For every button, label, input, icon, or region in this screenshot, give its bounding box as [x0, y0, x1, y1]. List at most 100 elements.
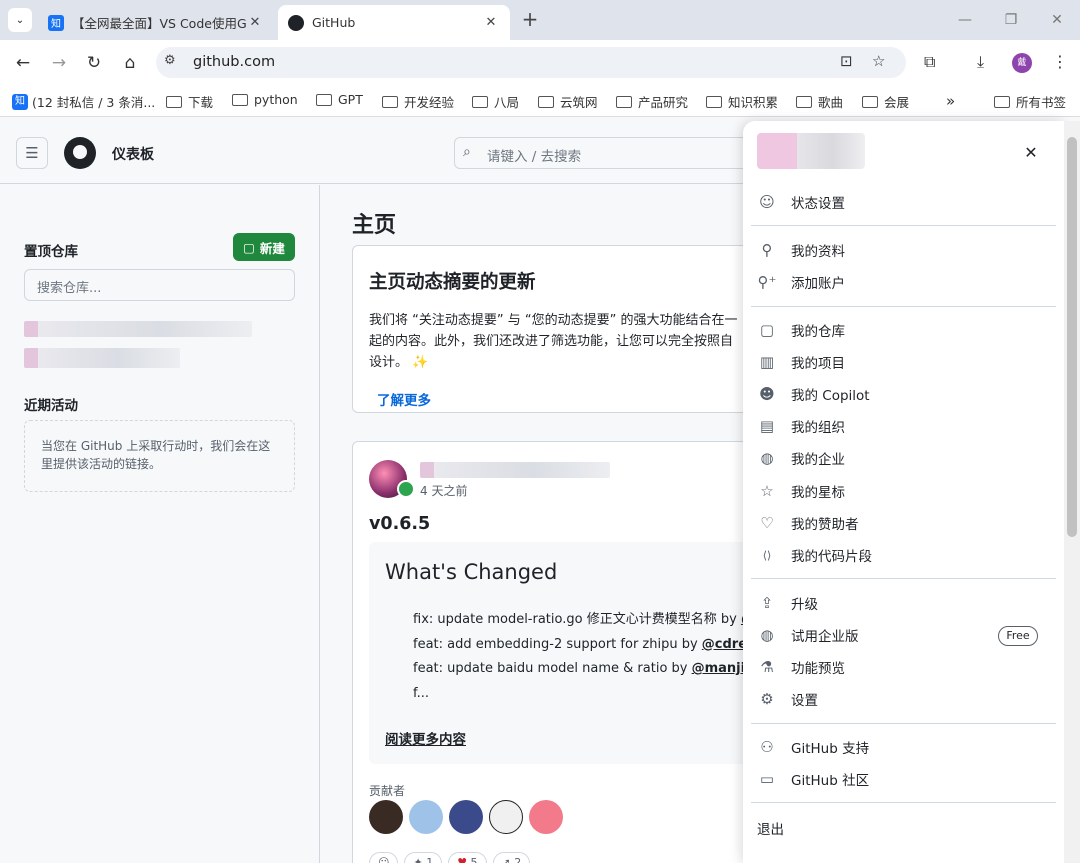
bookmark-folder[interactable]: 下载 — [166, 92, 213, 111]
search-input[interactable]: ⌕ 请键入 / 去搜索 — [454, 137, 754, 169]
page-title[interactable]: 仪表板 — [112, 144, 154, 164]
bookmark-folder[interactable]: python — [232, 92, 298, 107]
menu-item-settings[interactable]: ⚙ 设置 — [751, 684, 1056, 714]
release-notes: What's Changed fix: update model-ratio.g… — [369, 542, 773, 764]
more-bookmarks-icon[interactable]: » — [946, 92, 955, 110]
extensions-icon[interactable]: ⧉ — [924, 52, 935, 72]
left-sidebar: 置顶仓库 ▢ 新建 搜索仓库... 近期活动 当您在 GitHub 上采取行动时… — [0, 185, 320, 863]
repo-item-redacted[interactable] — [24, 348, 180, 368]
download-icon[interactable]: ⤓ — [977, 52, 984, 72]
bookmark-zhihu-messages[interactable]: 知 (12 封私信 / 3 条消... — [12, 92, 155, 111]
list-item: feat: update baidu model name & ratio by… — [413, 657, 773, 682]
menu-item-github-support[interactable]: ⚇ GitHub 支持 — [751, 732, 1056, 762]
install-app-icon[interactable]: ⊡ — [840, 52, 853, 70]
github-logo-icon[interactable] — [64, 137, 96, 169]
repo-icon: ▢ — [759, 321, 775, 339]
bookmark-folder[interactable]: 产品研究 — [616, 92, 688, 111]
menu-item-repositories[interactable]: ▢ 我的仓库 — [751, 315, 1056, 345]
list-item: fix: update model-ratio.go 修正文心计费模型名称 by… — [413, 608, 773, 633]
new-tab-icon[interactable]: + — [518, 8, 542, 32]
divider — [751, 225, 1056, 226]
menu-item-github-community[interactable]: ▭ GitHub 社区 — [751, 764, 1056, 794]
divider — [751, 306, 1056, 307]
bookmark-star-icon[interactable]: ☆ — [872, 52, 885, 70]
bookmark-folder[interactable]: 歌曲 — [796, 92, 843, 111]
divider — [751, 802, 1056, 803]
minimize-icon[interactable]: — — [950, 8, 980, 32]
menu-item-sponsors[interactable]: ♡ 我的赞助者 — [751, 508, 1056, 538]
menu-item-upgrade[interactable]: ⇪ 升级 — [751, 588, 1056, 618]
search-placeholder: 请键入 / 去搜索 — [487, 149, 582, 165]
bookmark-folder[interactable]: 知识积累 — [706, 92, 778, 111]
bookmark-folder[interactable]: 开发经验 — [382, 92, 454, 111]
forward-icon[interactable]: → — [46, 50, 72, 76]
tab-search-dropdown-icon[interactable]: ⌄ — [8, 8, 32, 32]
contributors-label: 贡献者 — [369, 784, 406, 798]
bookmark-folder[interactable]: 八局 — [472, 92, 519, 111]
home-icon[interactable]: ⌂ — [117, 50, 143, 76]
menu-item-gists[interactable]: ⟨⟩ 我的代码片段 — [751, 540, 1056, 570]
menu-item-add-account[interactable]: ⚲⁺ 添加账户 — [751, 267, 1056, 297]
reaction-rocket[interactable]: ➚ 2 — [492, 852, 531, 863]
repo-search-input[interactable]: 搜索仓库... — [24, 269, 295, 301]
tab-vscode-article[interactable]: 知 【全网最全面】VS Code使用G ✕ — [38, 5, 274, 40]
menu-item-copilot[interactable]: ☻ 我的 Copilot — [751, 379, 1056, 409]
menu-item-set-status[interactable]: ☺ 状态设置 — [751, 187, 1056, 217]
browser-menu-icon[interactable]: ⋮ — [1052, 52, 1068, 71]
address-bar[interactable]: ⚙ github.com ⊡ ☆ — [156, 47, 906, 78]
back-icon[interactable]: ← — [10, 50, 36, 76]
repo-name-redacted[interactable] — [420, 462, 610, 478]
tab-close-icon[interactable]: ✕ — [482, 15, 500, 30]
close-icon[interactable]: ✕ — [1021, 143, 1041, 162]
tab-title: GitHub — [312, 15, 356, 30]
page-scrollbar-thumb[interactable] — [1067, 137, 1077, 537]
window-close-icon[interactable]: ✕ — [1042, 8, 1072, 32]
update-card-body: 我们将 “关注动态提要” 与 “您的动态提要” 的强大功能结合在一起的内容。此外… — [369, 313, 738, 370]
reaction-hooray[interactable]: ✦ 1 — [404, 852, 443, 863]
new-repository-button[interactable]: ▢ 新建 — [233, 233, 295, 261]
hamburger-menu-icon[interactable]: ☰ — [16, 137, 48, 169]
search-icon: ⌕ — [463, 144, 471, 160]
reload-icon[interactable]: ↻ — [81, 50, 107, 76]
add-reaction-icon[interactable]: ☺ — [369, 852, 399, 863]
bookmark-folder[interactable]: GPT — [316, 92, 363, 107]
repo-icon: ▢ — [243, 239, 255, 255]
learn-more-link[interactable]: 了解更多 — [377, 389, 431, 409]
repo-item-redacted[interactable] — [24, 321, 252, 337]
contributor-avatar[interactable] — [529, 800, 563, 834]
bookmarks-bar: 知 (12 封私信 / 3 条消... 下载 python GPT 开发经验 八局… — [0, 85, 1080, 117]
bookmark-folder[interactable]: 云筑网 — [538, 92, 598, 111]
contributor-avatar[interactable] — [449, 800, 483, 834]
beaker-icon: ⚗ — [760, 658, 774, 676]
tab-github[interactable]: GitHub ✕ — [278, 5, 510, 40]
menu-item-enterprises[interactable]: ◍ 我的企业 — [751, 443, 1056, 473]
contributor-avatar[interactable] — [409, 800, 443, 834]
reaction-heart[interactable]: ♥ 5 — [448, 852, 487, 863]
zhihu-icon: 知 — [12, 93, 28, 110]
menu-item-stars[interactable]: ☆ 我的星标 — [751, 476, 1056, 506]
top-repositories-heading: 置顶仓库 — [24, 244, 78, 260]
site-info-icon[interactable]: ⚙ — [164, 53, 176, 68]
read-more-link[interactable]: 阅读更多内容 — [385, 728, 466, 748]
tab-strip: ⌄ 知 【全网最全面】VS Code使用G ✕ GitHub ✕ + — ❐ ✕ — [0, 0, 1080, 40]
all-bookmarks-folder[interactable]: 所有书签 — [994, 92, 1066, 111]
url-text[interactable]: github.com — [193, 54, 275, 70]
restore-icon[interactable]: ❐ — [996, 8, 1026, 32]
list-item: feat: add embedding-2 support for zhipu … — [413, 633, 773, 658]
menu-item-organizations[interactable]: ▤ 我的组织 — [751, 411, 1056, 441]
user-menu-panel: ✕ ☺ 状态设置 ⚲ 我的资料 ⚲⁺ 添加账户 ▢ 我的仓库 ▥ 我的项目 ☻ 我的 Cop… — [743, 121, 1064, 863]
contributor-avatar[interactable] — [369, 800, 403, 834]
menu-item-sign-out[interactable]: 退出 — [757, 813, 1062, 843]
menu-item-feature-preview[interactable]: ⚗ 功能预览 — [751, 652, 1056, 682]
globe-icon: ◍ — [760, 449, 774, 467]
profile-avatar[interactable]: 戴 — [1012, 53, 1032, 73]
tab-close-icon[interactable]: ✕ — [246, 15, 264, 30]
menu-item-projects[interactable]: ▥ 我的项目 — [751, 347, 1056, 377]
bookmark-folder[interactable]: 会展 — [862, 92, 909, 111]
contributor-avatar[interactable] — [489, 800, 523, 834]
tag-badge-icon — [397, 480, 415, 498]
menu-item-profile[interactable]: ⚲ 我的资料 — [751, 235, 1056, 265]
release-version[interactable]: v0.6.5 — [369, 514, 430, 534]
free-badge: Free — [998, 626, 1038, 646]
folder-icon — [472, 95, 488, 108]
